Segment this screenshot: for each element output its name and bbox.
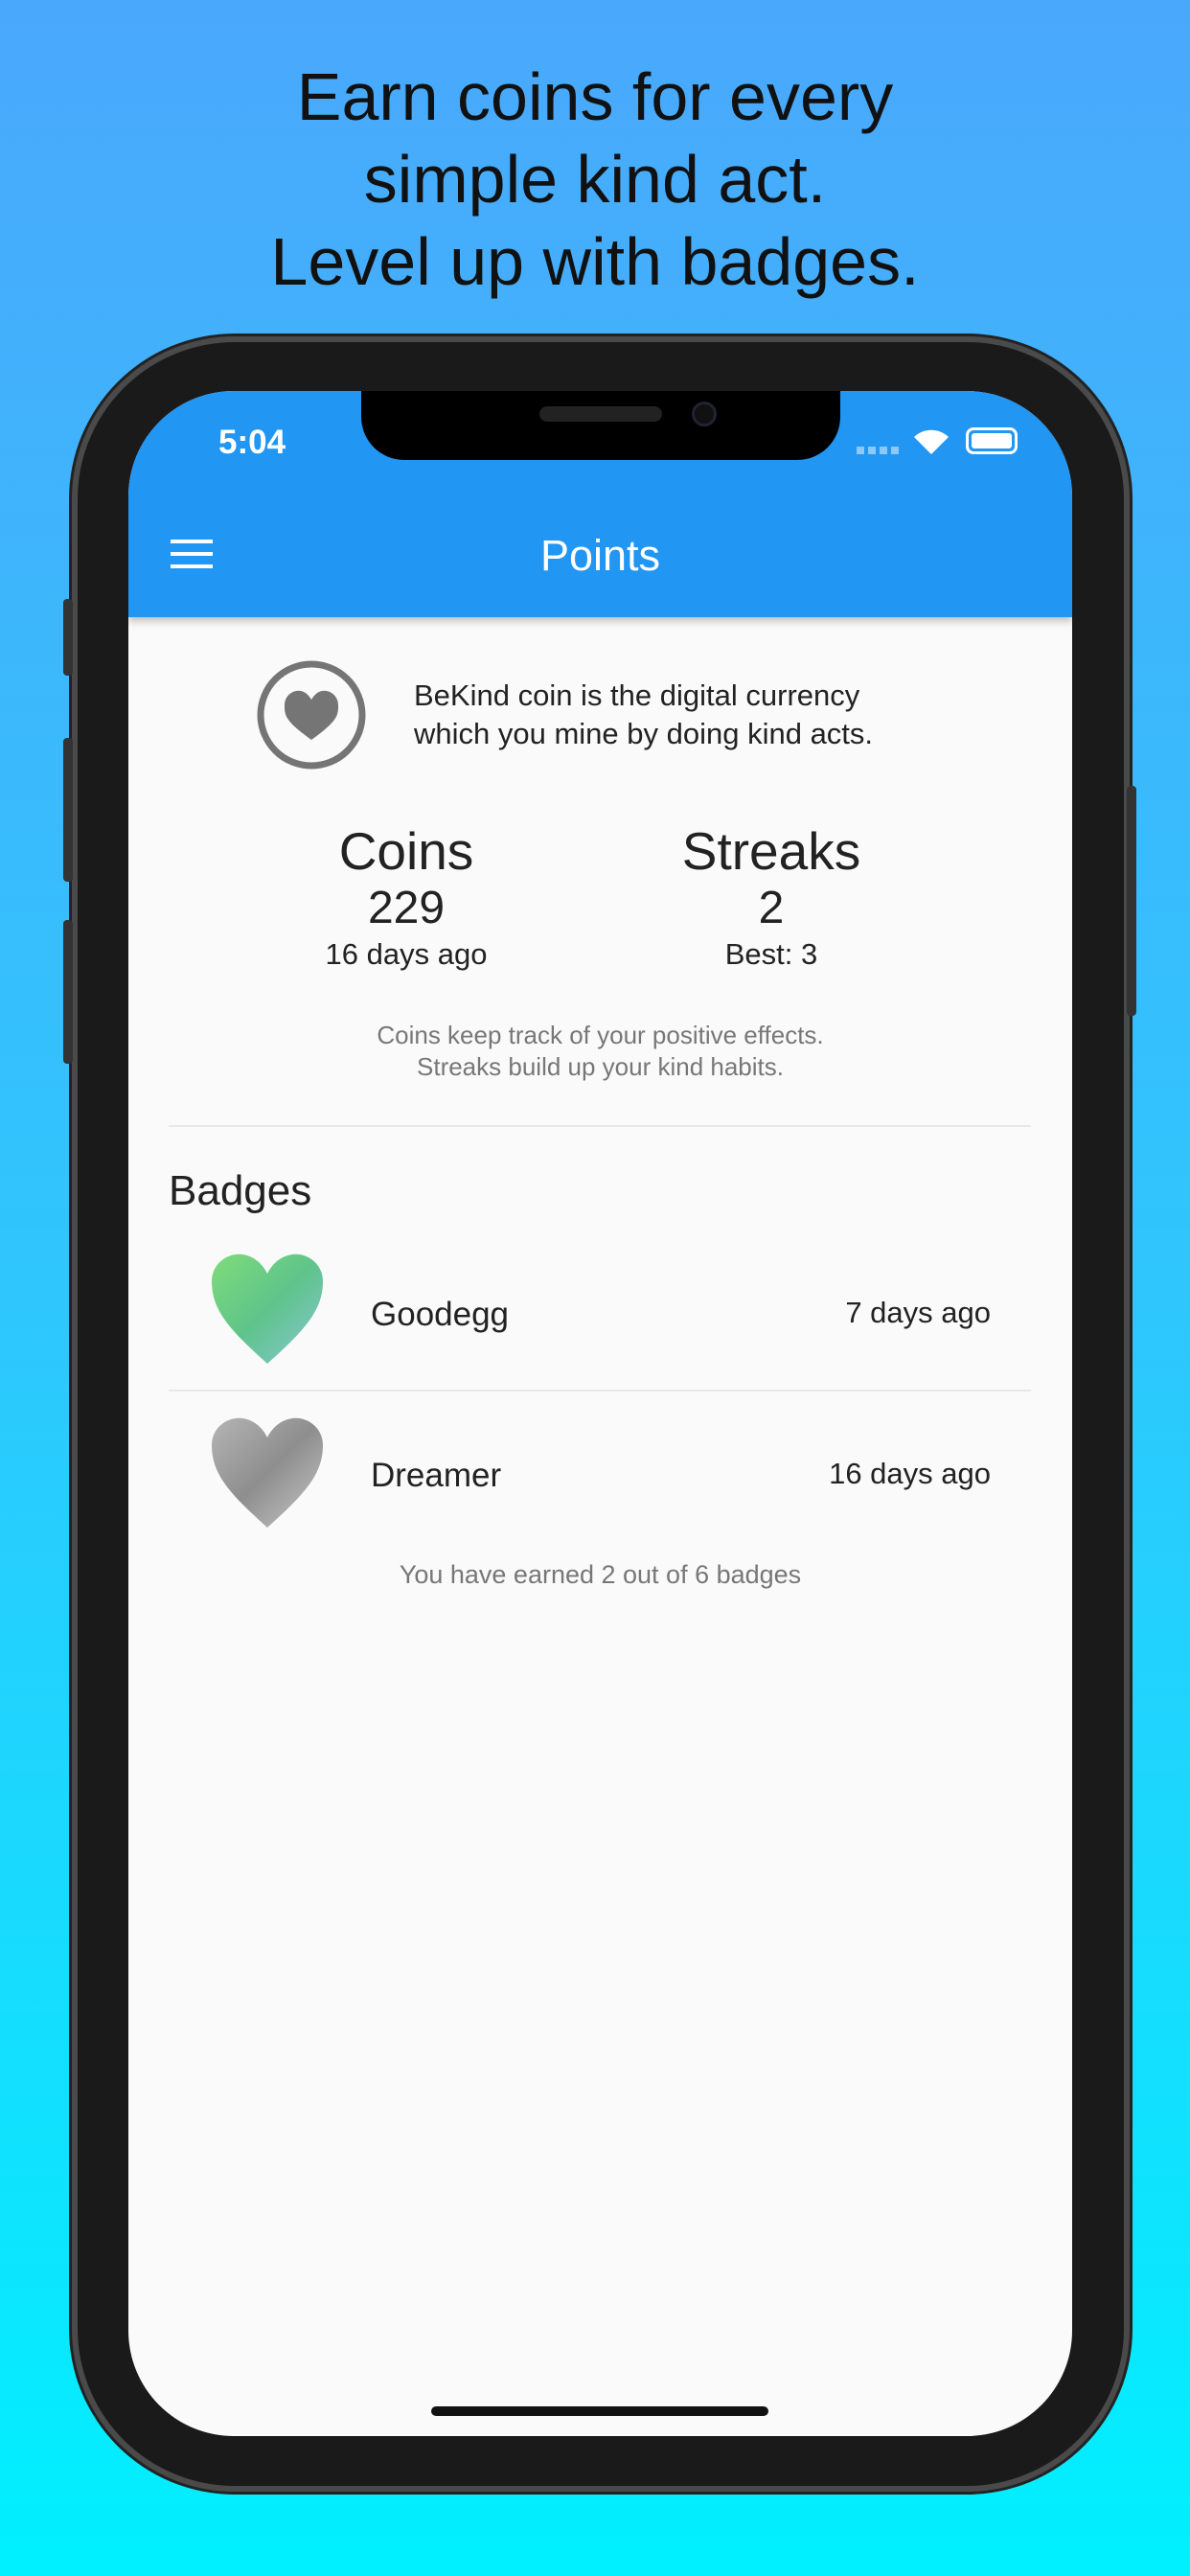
stat-label: Coins [338,821,474,881]
headline-line: Earn coins for every [296,59,894,134]
stat-value: 2 [758,883,785,933]
battery-icon [966,427,1018,454]
caption-line: Streaks build up your kind habits. [417,1052,784,1081]
coin-description: BeKind coin is the digital currency whic… [414,677,873,753]
caption-line: Coins keep track of your positive effect… [377,1021,824,1049]
stats-caption: Coins keep track of your positive effect… [128,1020,1072,1083]
home-indicator[interactable] [431,2406,768,2416]
volume-up-button [63,738,73,882]
headline-line: Level up with badges. [270,224,920,299]
badge-heart-icon [212,1417,323,1528]
screen: 5:04 Points BeKind coin is the digital c… [128,391,1072,2436]
wifi-icon [914,429,949,454]
page-title: Points [539,531,661,580]
badges-footer: You have earned 2 out of 6 badges [399,1560,802,1589]
signal-icon [857,447,899,454]
stat-sub: Best: 3 [724,937,818,971]
description-line: BeKind coin is the digital currency [414,678,860,712]
speaker [539,406,662,422]
description-line: which you mine by doing kind acts. [414,717,874,750]
divider [169,1125,1031,1127]
headline-line: simple kind act. [363,142,827,217]
divider [169,1390,1031,1392]
stat-sub: 16 days ago [325,937,488,971]
badge-heart-icon [212,1254,323,1364]
promo-headline: Earn coins for every simple kind act. Le… [0,56,1190,303]
streaks-stat: Streaks 2 Best: 3 [628,820,915,974]
badge-date: 7 days ago [845,1296,991,1329]
front-camera [692,402,717,426]
stat-value: 229 [367,883,446,933]
mute-switch [63,599,73,676]
badge-name: Dreamer [371,1457,502,1494]
badge-row[interactable]: Goodegg 7 days ago [169,1234,1031,1407]
status-time: 5:04 [218,424,286,461]
badges-heading: Badges [169,1167,312,1214]
coin-heart-icon [257,660,366,770]
coins-stat: Coins 229 16 days ago [263,820,550,974]
notch [361,391,840,460]
badge-date: 16 days ago [829,1457,991,1490]
side-button [1127,786,1136,1016]
badge-name: Goodegg [371,1296,510,1333]
volume-down-button [63,920,73,1064]
stat-label: Streaks [681,821,861,881]
badge-row[interactable]: Dreamer 16 days ago [169,1399,1031,1572]
